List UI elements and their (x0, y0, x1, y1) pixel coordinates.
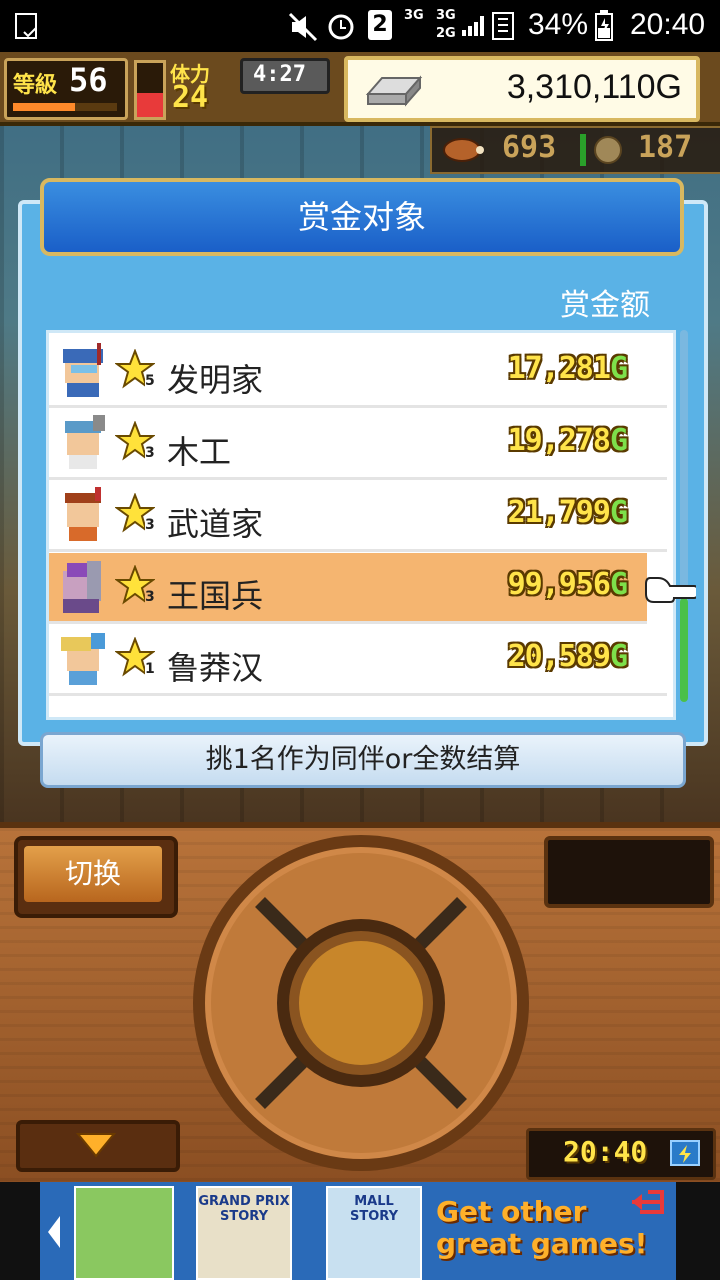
ad-game-title: GRAND PRIX STORY (198, 1194, 290, 1224)
gold-box: 3,310,110G (344, 56, 700, 122)
exp-bar (13, 103, 117, 111)
character-name: 发明家 (167, 361, 264, 399)
chevron-left-icon (48, 1216, 60, 1248)
gold-amount: 3,310,110G (506, 68, 682, 106)
resource-divider (580, 134, 586, 166)
bounty-column-header: 赏金额 (560, 288, 650, 323)
game-clock-time: 20:40 (563, 1135, 648, 1168)
star-level: 3 (145, 589, 155, 605)
bounty-row-selected[interactable]: 3 王国兵 99,956G (49, 553, 647, 624)
character-name: 木工 (167, 433, 232, 471)
ad-game-thumbnail[interactable]: MALL STORY (326, 1186, 422, 1280)
network-label-2: 3G (436, 8, 456, 23)
switch-button[interactable]: 切换 (14, 836, 178, 918)
timer-box: 4:27 (240, 58, 330, 94)
ad-left-arrow[interactable] (44, 1212, 64, 1252)
character-name: 王国兵 (167, 577, 264, 615)
mute-icon (288, 12, 318, 42)
down-arrow-icon (75, 1133, 117, 1158)
dialog-title: 赏金对象 (40, 178, 684, 256)
resource-2-value: 187 (638, 130, 693, 165)
bounty-list: 5 发明家 17,281G 3 木工 19,278G 3 武道家 21,799G… (46, 330, 676, 720)
bounty-row[interactable]: 5 发明家 17,281G (49, 337, 667, 408)
resource-1-value: 693 (502, 130, 557, 165)
top-hud: 等級 56 体力 24 4:27 3,310,110G (0, 52, 720, 126)
dpad[interactable] (190, 832, 532, 1174)
sim-badge: 2 (368, 10, 392, 40)
battery-icon (595, 10, 613, 41)
bounty-row[interactable]: 3 武道家 21,799G (49, 481, 667, 552)
level-label: 等級 (13, 73, 58, 98)
level-box: 等級 56 (4, 58, 128, 120)
character-name: 武道家 (167, 505, 264, 543)
stamina-gauge (134, 60, 166, 120)
game-clock: 20:40 (526, 1128, 716, 1180)
bounty-row[interactable]: 3 木工 19,278G (49, 409, 667, 480)
bounty-amount: 21,799G (507, 495, 628, 530)
clock: 20:40 (630, 8, 706, 41)
bounty-amount: 19,278G (507, 423, 628, 458)
soldier-avatar (63, 561, 101, 613)
bounty-amount: 99,956G (507, 567, 628, 602)
switch-button-label: 切换 (24, 846, 162, 902)
meat-icon (443, 138, 484, 162)
carpenter-avatar (65, 415, 105, 469)
star-level: 3 (145, 445, 155, 461)
level-value: 56 (69, 61, 108, 99)
screenshot-icon (15, 13, 37, 39)
network-label-3: 2G (436, 26, 456, 41)
bounty-amount: 20,589G (507, 639, 628, 674)
list-scrollbar[interactable] (680, 330, 688, 702)
bounty-row[interactable]: 1 鲁莽汉 20,589G (49, 625, 667, 696)
martial-artist-avatar (65, 487, 101, 541)
bounty-amount: 17,281G (507, 351, 628, 386)
ad-game-thumbnail[interactable]: GRAND PRIX STORY (196, 1186, 292, 1280)
scroll-down-button[interactable] (16, 1120, 180, 1172)
stamina-value: 24 (172, 80, 209, 115)
mini-screen (544, 836, 714, 908)
ad-game-thumbnail[interactable] (74, 1186, 174, 1280)
alarm-icon (328, 14, 354, 40)
battery-percent: 34% (528, 8, 589, 41)
character-name: 鲁莽汉 (167, 649, 264, 687)
ad-banner[interactable]: GRAND PRIX STORY MALL STORY Get other gr… (0, 1182, 720, 1280)
charging-icon (670, 1140, 700, 1166)
network-label: 3G (404, 8, 424, 23)
ad-game-title: MALL STORY (350, 1194, 398, 1224)
status-bar: 2 3G 3G 2G 34% 20:40 (0, 0, 720, 52)
resource-bar: 693 187 (430, 126, 720, 174)
return-arrow-icon (632, 1190, 664, 1214)
star-level: 5 (145, 373, 155, 389)
inventor-avatar (63, 343, 103, 397)
coin-icon (594, 136, 622, 164)
signal-icon (462, 16, 484, 36)
recruit-or-settle-button[interactable]: 挑1名作为同伴or全数结算 (40, 732, 686, 788)
silver-bar-icon (365, 75, 423, 107)
star-level: 3 (145, 517, 155, 533)
brute-avatar (61, 633, 105, 685)
star-level: 1 (145, 661, 155, 677)
pointer-hand-icon (645, 577, 696, 603)
timer-value: 4:27 (253, 62, 306, 87)
data-icon (492, 12, 514, 40)
